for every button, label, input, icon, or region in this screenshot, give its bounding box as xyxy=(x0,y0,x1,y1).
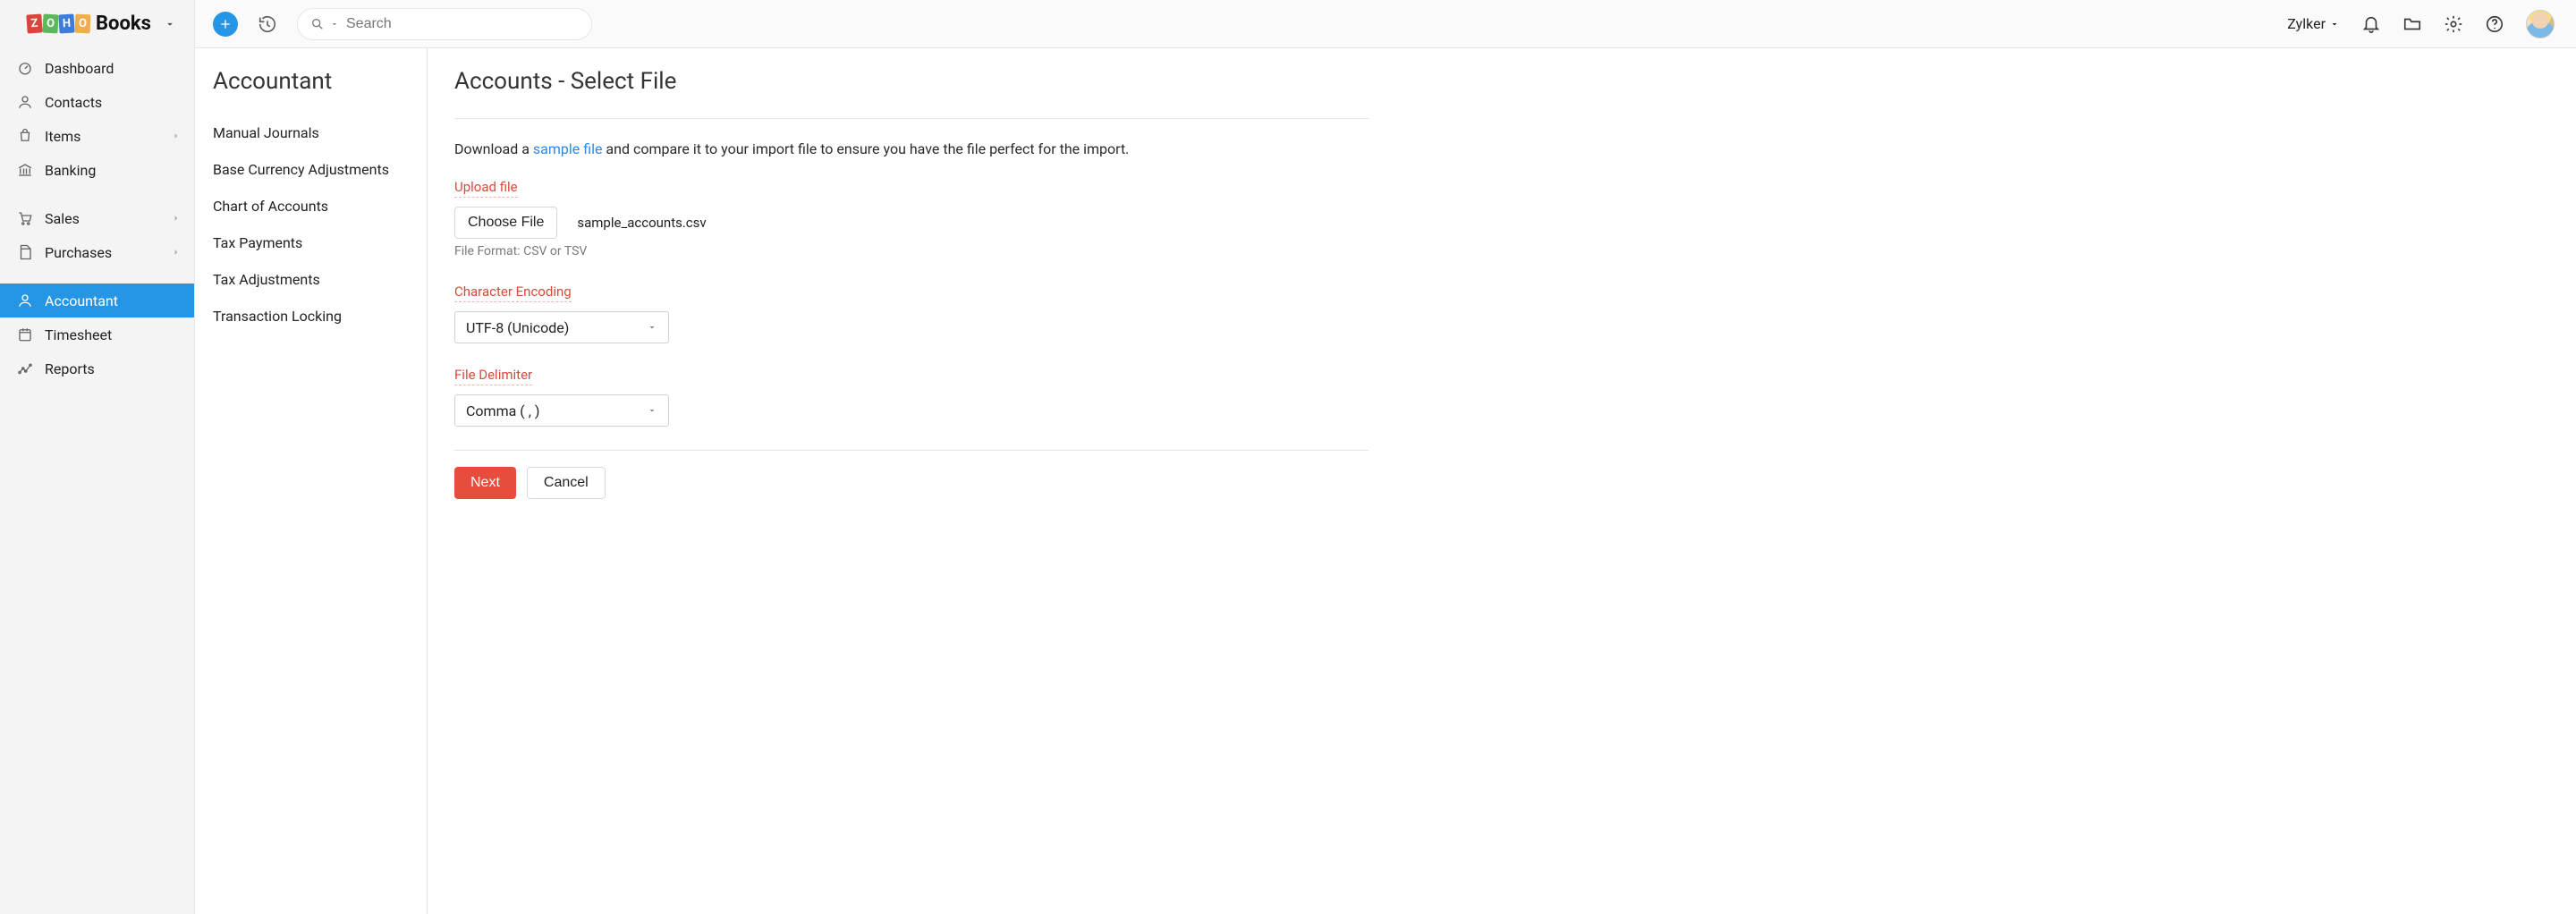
chevron-right-icon xyxy=(171,131,182,141)
recent-history-button[interactable] xyxy=(256,13,279,36)
sidebar-item-label: Contacts xyxy=(45,94,102,111)
brand-switcher[interactable]: Z O H O Books xyxy=(0,0,194,47)
subnav-item-chart-of-accounts[interactable]: Chart of Accounts xyxy=(195,188,427,224)
caret-down-icon[interactable] xyxy=(330,20,339,29)
subnav-item-tax-payments[interactable]: Tax Payments xyxy=(195,224,427,261)
secondary-nav-title: Accountant xyxy=(195,68,427,114)
contacts-icon xyxy=(16,93,34,111)
sidebar-item-label: Timesheet xyxy=(45,326,112,343)
quick-create-button[interactable] xyxy=(213,12,238,37)
logo-icon: Z O H O xyxy=(27,14,90,33)
logo-letter: H xyxy=(58,14,74,34)
hint-text: Download a xyxy=(454,140,533,157)
sidebar-item-contacts[interactable]: Contacts xyxy=(0,85,194,119)
subnav-item-base-currency-adjustments[interactable]: Base Currency Adjustments xyxy=(195,151,427,188)
purchases-icon xyxy=(16,243,34,261)
file-format-hint: File Format: CSV or TSV xyxy=(454,244,1368,258)
help-icon xyxy=(2485,14,2504,34)
search-icon xyxy=(310,17,325,31)
folder-icon xyxy=(2402,14,2422,34)
sidebar-item-label: Reports xyxy=(45,360,95,377)
sidebar-item-dashboard[interactable]: Dashboard xyxy=(0,51,194,85)
files-button[interactable] xyxy=(2402,14,2422,34)
sidebar-item-timesheet[interactable]: Timesheet xyxy=(0,317,194,351)
settings-button[interactable] xyxy=(2444,14,2463,34)
sidebar-item-label: Items xyxy=(45,128,80,145)
accountant-icon xyxy=(16,292,34,309)
sidebar-item-label: Purchases xyxy=(45,244,112,261)
chevron-down-icon xyxy=(647,405,657,416)
cancel-button[interactable]: Cancel xyxy=(527,467,606,499)
main-content: Accounts - Select File Download a sample… xyxy=(428,48,1395,914)
global-search[interactable] xyxy=(297,8,592,40)
sample-file-link[interactable]: sample file xyxy=(533,140,603,157)
select-value: Comma ( , ) xyxy=(466,402,539,419)
chosen-file-name: sample_accounts.csv xyxy=(577,215,706,231)
character-encoding-label: Character Encoding xyxy=(454,284,572,302)
subnav-item-tax-adjustments[interactable]: Tax Adjustments xyxy=(195,261,427,298)
chevron-right-icon xyxy=(171,247,182,258)
sidebar-item-label: Accountant xyxy=(45,292,118,309)
sidebar-nav: Dashboard Contacts Items xyxy=(0,51,194,385)
brand-name: Books xyxy=(96,13,151,35)
next-button[interactable]: Next xyxy=(454,467,516,499)
subnav-item-transaction-locking[interactable]: Transaction Locking xyxy=(195,298,427,334)
page-title: Accounts - Select File xyxy=(454,68,1368,119)
sidebar-item-accountant[interactable]: Accountant xyxy=(0,284,194,317)
chevron-down-icon xyxy=(647,322,657,333)
form-actions: Next Cancel xyxy=(454,450,1368,499)
file-delimiter-select[interactable]: Comma ( , ) xyxy=(454,394,669,427)
sidebar-item-label: Dashboard xyxy=(45,60,114,77)
sidebar-item-sales[interactable]: Sales xyxy=(0,201,194,235)
logo-letter: Z xyxy=(26,13,42,33)
org-name: Zylker xyxy=(2287,15,2326,32)
banking-icon xyxy=(16,161,34,179)
choose-file-button[interactable]: Choose File xyxy=(454,207,557,239)
subnav-item-manual-journals[interactable]: Manual Journals xyxy=(195,114,427,151)
file-delimiter-label: File Delimiter xyxy=(454,367,532,385)
bell-icon xyxy=(2361,14,2381,34)
notifications-button[interactable] xyxy=(2361,14,2381,34)
sales-icon xyxy=(16,209,34,227)
org-switcher[interactable]: Zylker xyxy=(2287,15,2340,32)
topbar: Zylker xyxy=(195,0,2576,48)
chevron-down-icon xyxy=(164,18,176,30)
sidebar-item-items[interactable]: Items xyxy=(0,119,194,153)
nav-divider xyxy=(0,269,194,284)
chevron-right-icon xyxy=(171,213,182,224)
sidebar-item-purchases[interactable]: Purchases xyxy=(0,235,194,269)
secondary-nav: Accountant Manual Journals Base Currency… xyxy=(195,48,428,914)
user-avatar[interactable] xyxy=(2526,10,2555,38)
logo-letter: O xyxy=(42,14,58,34)
upload-file-label: Upload file xyxy=(454,179,518,198)
help-button[interactable] xyxy=(2485,14,2504,34)
primary-sidebar: Z O H O Books Dashboard Contacts xyxy=(0,0,195,914)
search-input[interactable] xyxy=(344,15,579,33)
plus-icon xyxy=(218,17,233,31)
chevron-down-icon xyxy=(2329,19,2340,30)
logo-letter: O xyxy=(75,14,91,34)
select-value: UTF-8 (Unicode) xyxy=(466,319,569,336)
hint-text: and compare it to your import file to en… xyxy=(602,140,1129,157)
character-encoding-select[interactable]: UTF-8 (Unicode) xyxy=(454,311,669,343)
sidebar-item-label: Sales xyxy=(45,210,80,227)
sidebar-item-reports[interactable]: Reports xyxy=(0,351,194,385)
items-icon xyxy=(16,127,34,145)
history-icon xyxy=(258,14,277,34)
timesheet-icon xyxy=(16,326,34,343)
reports-icon xyxy=(16,360,34,377)
sidebar-item-label: Banking xyxy=(45,162,96,179)
nav-divider xyxy=(0,187,194,201)
sidebar-item-banking[interactable]: Banking xyxy=(0,153,194,187)
gear-icon xyxy=(2444,14,2463,34)
dashboard-icon xyxy=(16,59,34,77)
import-hint: Download a sample file and compare it to… xyxy=(454,140,1368,157)
